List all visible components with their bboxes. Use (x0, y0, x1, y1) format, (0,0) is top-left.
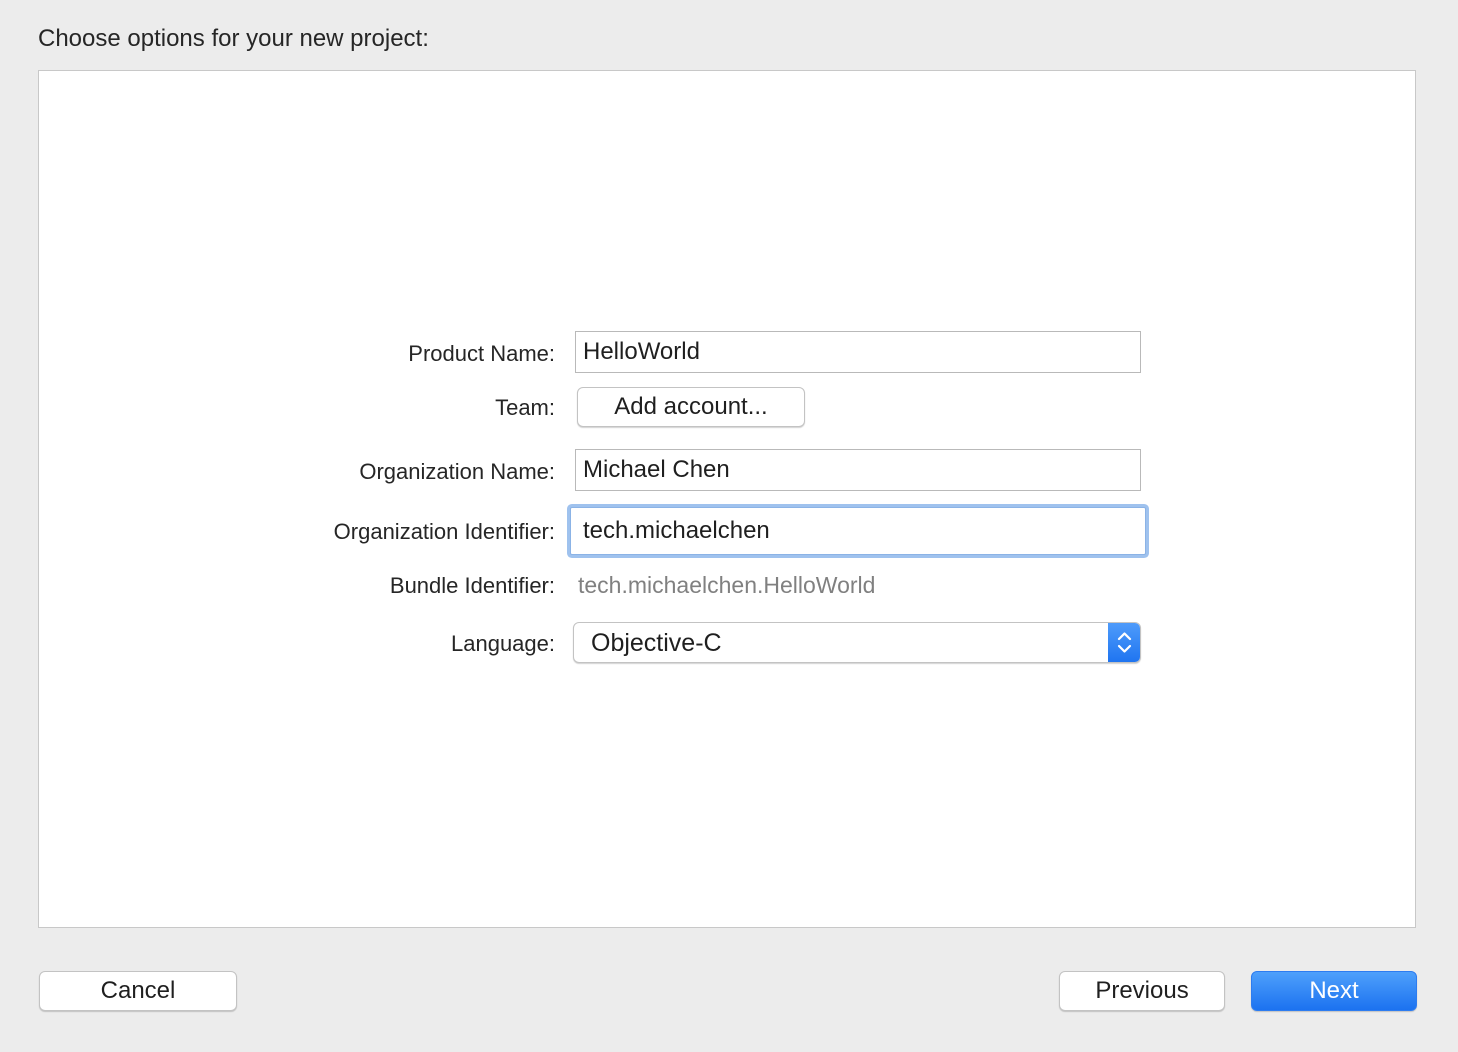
new-project-options-dialog: { "heading": "Choose options for your ne… (0, 0, 1458, 1052)
product-name-field[interactable]: HelloWorld (575, 331, 1141, 373)
organization-identifier-label: Organization Identifier: (333, 519, 555, 544)
dialog-heading: Choose options for your new project: (38, 25, 429, 52)
bundle-identifier-value: tech.michaelchen.HelloWorld (578, 572, 876, 598)
chevron-updown-icon (1108, 623, 1140, 662)
add-account-button[interactable]: Add account... (577, 387, 805, 427)
product-name-label: Product Name: (408, 341, 555, 366)
organization-identifier-field[interactable]: tech.michaelchen (570, 507, 1146, 555)
bundle-identifier-label: Bundle Identifier: (389, 573, 555, 598)
team-label: Team: (495, 395, 555, 420)
language-label: Language: (451, 631, 555, 656)
next-button[interactable]: Next (1251, 971, 1417, 1011)
language-selected-value: Objective-C (591, 629, 722, 657)
options-panel (38, 70, 1416, 928)
organization-name-field[interactable]: Michael Chen (575, 449, 1141, 491)
cancel-button[interactable]: Cancel (39, 971, 237, 1011)
language-popup[interactable]: Objective-C (573, 622, 1141, 663)
previous-button[interactable]: Previous (1059, 971, 1225, 1011)
organization-name-label: Organization Name: (359, 459, 555, 484)
